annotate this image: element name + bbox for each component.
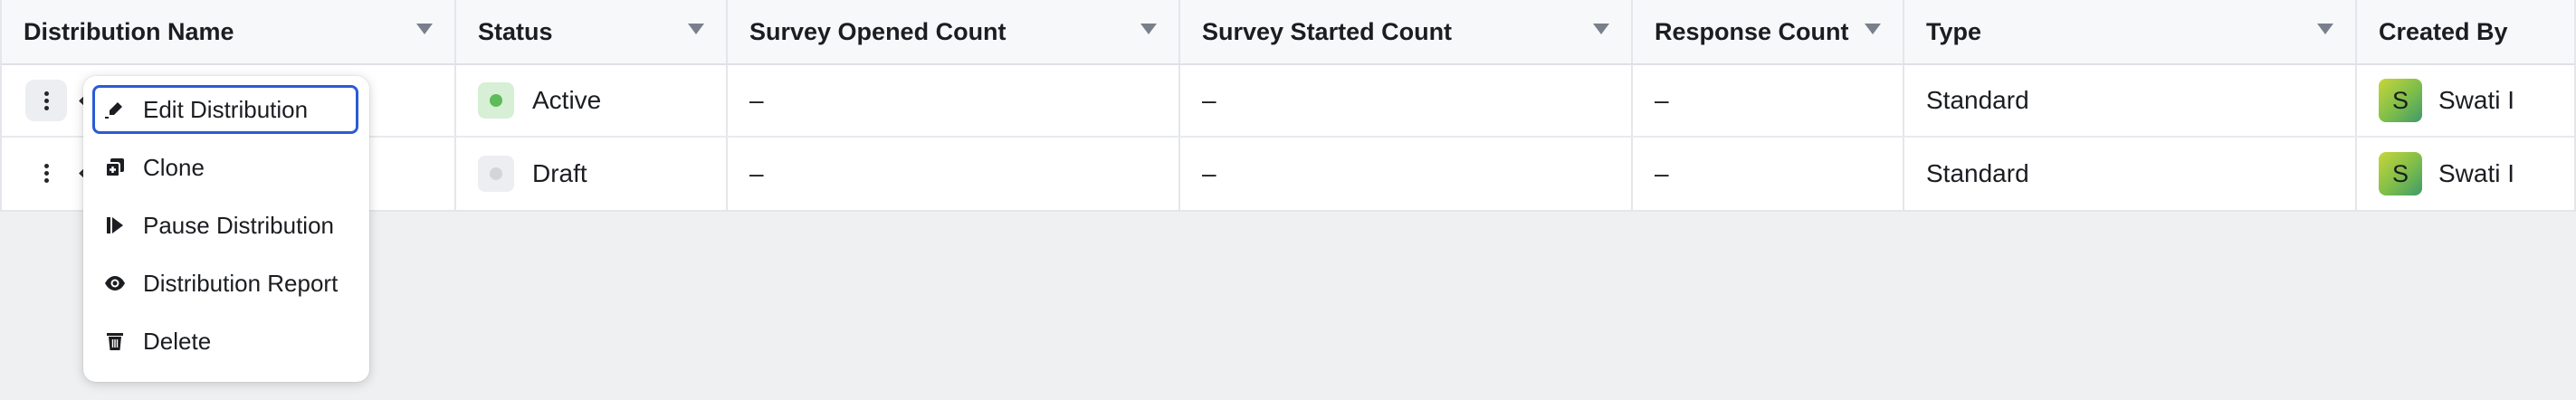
survey-opened-count-value: –	[749, 159, 764, 187]
eye-icon	[103, 271, 127, 295]
more-vertical-icon	[43, 163, 49, 183]
created-by-cell: S Swati I	[2357, 65, 2574, 136]
survey-opened-count-cell: –	[728, 65, 1180, 136]
column-header-label: Distribution Name	[24, 17, 234, 45]
status-label: Active	[532, 86, 602, 114]
menu-item-label: Pause Distribution	[143, 211, 334, 239]
row-actions-button[interactable]	[25, 80, 67, 121]
column-header-label: Survey Started Count	[1202, 17, 1453, 45]
survey-started-count-value: –	[1202, 86, 1216, 114]
type-value: Standard	[1926, 86, 2029, 114]
edit-icon	[103, 98, 127, 121]
column-header-label: Created By	[2379, 17, 2508, 45]
column-header-survey-started-count[interactable]: Survey Started Count	[1180, 0, 1633, 63]
menu-item-delete[interactable]: Delete	[92, 317, 358, 366]
created-by-cell: S Swati I	[2357, 138, 2574, 210]
avatar: S	[2379, 79, 2422, 122]
menu-item-label: Clone	[143, 153, 205, 181]
type-value: Standard	[1926, 159, 2029, 187]
status-cell: Draft	[456, 138, 728, 210]
column-header-type[interactable]: Type	[1904, 0, 2357, 63]
response-count-value: –	[1655, 86, 1669, 114]
sort-icon[interactable]	[1593, 24, 1609, 34]
survey-opened-count-value: –	[749, 86, 764, 114]
row-actions-button[interactable]	[25, 152, 67, 194]
sort-icon[interactable]	[688, 24, 704, 34]
column-header-label: Type	[1926, 17, 1982, 45]
response-count-cell: –	[1633, 138, 1904, 210]
pause-icon	[103, 214, 127, 237]
column-header-created-by[interactable]: Created By	[2357, 0, 2574, 63]
column-header-label: Response Count	[1655, 17, 1849, 45]
menu-item-distribution-report[interactable]: Distribution Report	[92, 259, 358, 308]
menu-item-clone[interactable]: Clone	[92, 143, 358, 192]
created-by-name: Swati I	[2438, 86, 2515, 114]
response-count-value: –	[1655, 159, 1669, 187]
table-row[interactable]: Draft – – – Standard S Swati I	[2, 138, 2574, 210]
sort-icon[interactable]	[416, 24, 433, 34]
status-label: Draft	[532, 159, 587, 187]
survey-opened-count-cell: –	[728, 138, 1180, 210]
column-header-label: Status	[478, 17, 553, 45]
row-actions-menu: Edit Distribution Clone Pause Distributi…	[83, 76, 369, 382]
column-header-status[interactable]: Status	[456, 0, 728, 63]
column-header-distribution-name[interactable]: Distribution Name	[2, 0, 456, 63]
menu-item-label: Edit Distribution	[143, 95, 309, 123]
table-header: Distribution Name Status Survey Opened C…	[2, 0, 2574, 65]
menu-item-pause-distribution[interactable]: Pause Distribution	[92, 201, 358, 250]
sort-icon[interactable]	[1140, 24, 1157, 34]
status-cell: Active	[456, 65, 728, 136]
status-draft-icon	[478, 156, 514, 192]
menu-item-edit-distribution[interactable]: Edit Distribution	[92, 85, 358, 134]
status-active-icon	[478, 82, 514, 119]
response-count-cell: –	[1633, 65, 1904, 136]
trash-icon	[103, 329, 127, 353]
survey-started-count-cell: –	[1180, 65, 1633, 136]
distribution-table: Distribution Name Status Survey Opened C…	[0, 0, 2576, 212]
survey-started-count-value: –	[1202, 159, 1216, 187]
avatar: S	[2379, 152, 2422, 195]
menu-item-label: Delete	[143, 327, 212, 355]
clone-icon	[103, 156, 127, 179]
created-by-name: Swati I	[2438, 159, 2515, 187]
type-cell: Standard	[1904, 138, 2357, 210]
sort-icon[interactable]	[1865, 24, 1881, 34]
column-header-label: Survey Opened Count	[749, 17, 1007, 45]
table-row[interactable]: Active – – – Standard S Swati I	[2, 65, 2574, 138]
menu-item-label: Distribution Report	[143, 269, 339, 297]
survey-started-count-cell: –	[1180, 138, 1633, 210]
column-header-response-count[interactable]: Response Count	[1633, 0, 1904, 63]
sort-icon[interactable]	[2317, 24, 2333, 34]
type-cell: Standard	[1904, 65, 2357, 136]
column-header-survey-opened-count[interactable]: Survey Opened Count	[728, 0, 1180, 63]
more-vertical-icon	[43, 90, 49, 110]
